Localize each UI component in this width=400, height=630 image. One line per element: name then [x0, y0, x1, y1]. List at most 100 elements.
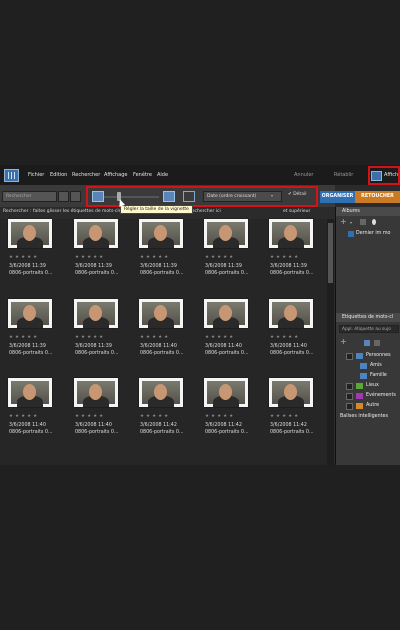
hint-text-mid: rechercher ici	[190, 209, 221, 214]
tag-famille[interactable]: Famille	[370, 373, 387, 378]
photo-item[interactable]: ★★★★★ 3/6/2008 11:42 0806-portraits 0...	[204, 378, 254, 450]
keyword-options-icon[interactable]	[374, 340, 380, 346]
photo-filename: 0806-portraits 0...	[75, 271, 119, 276]
photo-item[interactable]: ★★★★★ 3/6/2008 11:40 0806-portraits 0...	[204, 299, 254, 371]
photo-date: 3/6/2008 11:39	[270, 264, 307, 269]
photo-filename: 0806-portraits 0...	[9, 271, 53, 276]
photo-thumbnail[interactable]	[8, 299, 52, 328]
redo-button[interactable]: Rétablir	[334, 172, 353, 178]
keyword-search-field[interactable]: Appl. étiquette au sujo	[339, 325, 399, 333]
add-album-icon[interactable]: +	[340, 217, 347, 226]
rating-stars[interactable]: ★★★★★	[75, 414, 105, 419]
menu-fichier[interactable]: Fichier	[28, 172, 44, 178]
tag-checkbox[interactable]	[346, 403, 353, 410]
photo-filename: 0806-portraits 0...	[140, 271, 184, 276]
menu-bar: Fichier Edition Rechercher Affichage Fen…	[0, 165, 400, 185]
photo-thumbnail[interactable]	[74, 378, 118, 407]
tag-checkbox[interactable]	[346, 393, 353, 400]
rating-stars[interactable]: ★★★★★	[270, 335, 300, 340]
tab-organize[interactable]: ORGANISER	[320, 191, 355, 203]
edit-icon[interactable]	[360, 219, 366, 225]
rating-stars[interactable]: ★★★★★	[270, 414, 300, 419]
scrollbar-thumb[interactable]	[328, 223, 333, 283]
rating-stars[interactable]: ★★★★★	[205, 255, 235, 260]
tag-personnes[interactable]: Personnes	[366, 353, 391, 358]
photo-item[interactable]: ★★★★★ 3/6/2008 11:40 0806-portraits 0...	[74, 378, 124, 450]
lightbulb-icon[interactable]	[372, 219, 376, 225]
rating-stars[interactable]: ★★★★★	[205, 335, 235, 340]
tag-evenements[interactable]: Evénements	[366, 393, 396, 398]
photo-filename: 0806-portraits 0...	[75, 430, 119, 435]
rating-stars[interactable]: ★★★★★	[75, 255, 105, 260]
photo-thumbnail[interactable]	[139, 219, 183, 248]
rating-stars[interactable]: ★★★★★	[270, 255, 300, 260]
photo-thumbnail[interactable]	[8, 219, 52, 248]
rating-stars[interactable]: ★★★★★	[9, 335, 39, 340]
photo-item[interactable]: ★★★★★ 3/6/2008 11:39 0806-portraits 0...	[8, 219, 58, 291]
photo-item[interactable]: ★★★★★ 3/6/2008 11:39 0806-portraits 0...	[74, 219, 124, 291]
menu-fenetre[interactable]: Fenêtre	[133, 172, 152, 178]
photo-item[interactable]: ★★★★★ 3/6/2008 11:39 0806-portraits 0...	[8, 299, 58, 371]
keyword-action-icon[interactable]	[364, 340, 370, 346]
tab-retouch[interactable]: RETOUCHER	[355, 191, 400, 203]
smart-tags[interactable]: Balises intelligentes	[340, 414, 388, 419]
tag-amis[interactable]: Amis	[370, 363, 382, 368]
photo-thumbnail[interactable]	[139, 299, 183, 328]
photo-item[interactable]: ★★★★★ 3/6/2008 11:42 0806-portraits 0...	[139, 378, 189, 450]
vertical-scrollbar[interactable]	[327, 219, 334, 465]
rating-stars[interactable]: ★★★★★	[140, 335, 170, 340]
photo-thumbnail[interactable]	[204, 299, 248, 328]
menu-affichage[interactable]: Affichage	[104, 172, 128, 178]
photo-item[interactable]: ★★★★★ 3/6/2008 11:42 0806-portraits 0...	[269, 378, 319, 450]
photo-thumbnail[interactable]	[74, 219, 118, 248]
grid-view-icon[interactable]	[4, 169, 19, 182]
photo-thumbnail[interactable]	[8, 378, 52, 407]
menu-rechercher[interactable]: Rechercher	[72, 172, 100, 178]
albums-title: Albums	[342, 209, 360, 214]
photo-item[interactable]: ★★★★★ 3/6/2008 11:40 0806-portraits 0...	[269, 299, 319, 371]
rating-stars[interactable]: ★★★★★	[9, 255, 39, 260]
photo-date: 3/6/2008 11:40	[270, 344, 307, 349]
photo-thumbnail[interactable]	[269, 299, 313, 328]
rating-stars[interactable]: ★★★★★	[9, 414, 39, 419]
photo-item[interactable]: ★★★★★ 3/6/2008 11:39 0806-portraits 0...	[139, 219, 189, 291]
rating-stars[interactable]: ★★★★★	[75, 335, 105, 340]
rating-stars[interactable]: ★★★★★	[205, 414, 235, 419]
menu-edition[interactable]: Edition	[50, 172, 67, 178]
tag-autre[interactable]: Autre	[366, 403, 379, 408]
photo-item[interactable]: ★★★★★ 3/6/2008 11:40 0806-portraits 0...	[139, 299, 189, 371]
menu-aide[interactable]: Aide	[157, 172, 168, 178]
search-field[interactable]: Rechercher	[2, 191, 57, 202]
photo-item[interactable]: ★★★★★ 3/6/2008 11:39 0806-portraits 0...	[269, 219, 319, 291]
photo-filename: 0806-portraits 0...	[270, 430, 314, 435]
back-icon[interactable]	[58, 191, 69, 202]
events-tag-icon	[356, 393, 363, 399]
forward-icon[interactable]	[70, 191, 81, 202]
photo-filename: 0806-portraits 0...	[9, 430, 53, 435]
photo-item[interactable]: ★★★★★ 3/6/2008 11:39 0806-portraits 0...	[204, 219, 254, 291]
right-panel: Albums + ▾ Dernier im mo Etiquettes de m…	[335, 207, 400, 465]
add-keyword-icon[interactable]: +	[340, 337, 347, 346]
photo-thumbnail[interactable]	[269, 378, 313, 407]
rating-stars[interactable]: ★★★★★	[140, 255, 170, 260]
album-item[interactable]: Dernier im mo	[356, 231, 391, 236]
photo-thumbnail[interactable]	[269, 219, 313, 248]
photo-filename: 0806-portraits 0...	[75, 351, 119, 356]
slider-tooltip: Régler la taille de la vignette	[120, 205, 193, 214]
friends-tag-icon	[360, 363, 367, 369]
photo-thumbnail[interactable]	[204, 378, 248, 407]
albums-header[interactable]: Albums	[336, 207, 400, 216]
rating-stars[interactable]: ★★★★★	[140, 414, 170, 419]
photo-filename: 0806-portraits 0...	[205, 351, 249, 356]
photo-thumbnail[interactable]	[74, 299, 118, 328]
photo-thumbnail[interactable]	[139, 378, 183, 407]
photo-thumbnail[interactable]	[204, 219, 248, 248]
photo-item[interactable]: ★★★★★ 3/6/2008 11:40 0806-portraits 0...	[8, 378, 58, 450]
tag-checkbox[interactable]	[346, 383, 353, 390]
keywords-header[interactable]: Etiquettes de mots-cl	[336, 313, 400, 322]
photo-item[interactable]: ★★★★★ 3/6/2008 11:39 0806-portraits 0...	[74, 299, 124, 371]
photo-filename: 0806-portraits 0...	[9, 351, 53, 356]
tag-checkbox[interactable]	[346, 353, 353, 360]
undo-button[interactable]: Annuler	[294, 172, 313, 178]
tag-lieux[interactable]: Lieux	[366, 383, 379, 388]
